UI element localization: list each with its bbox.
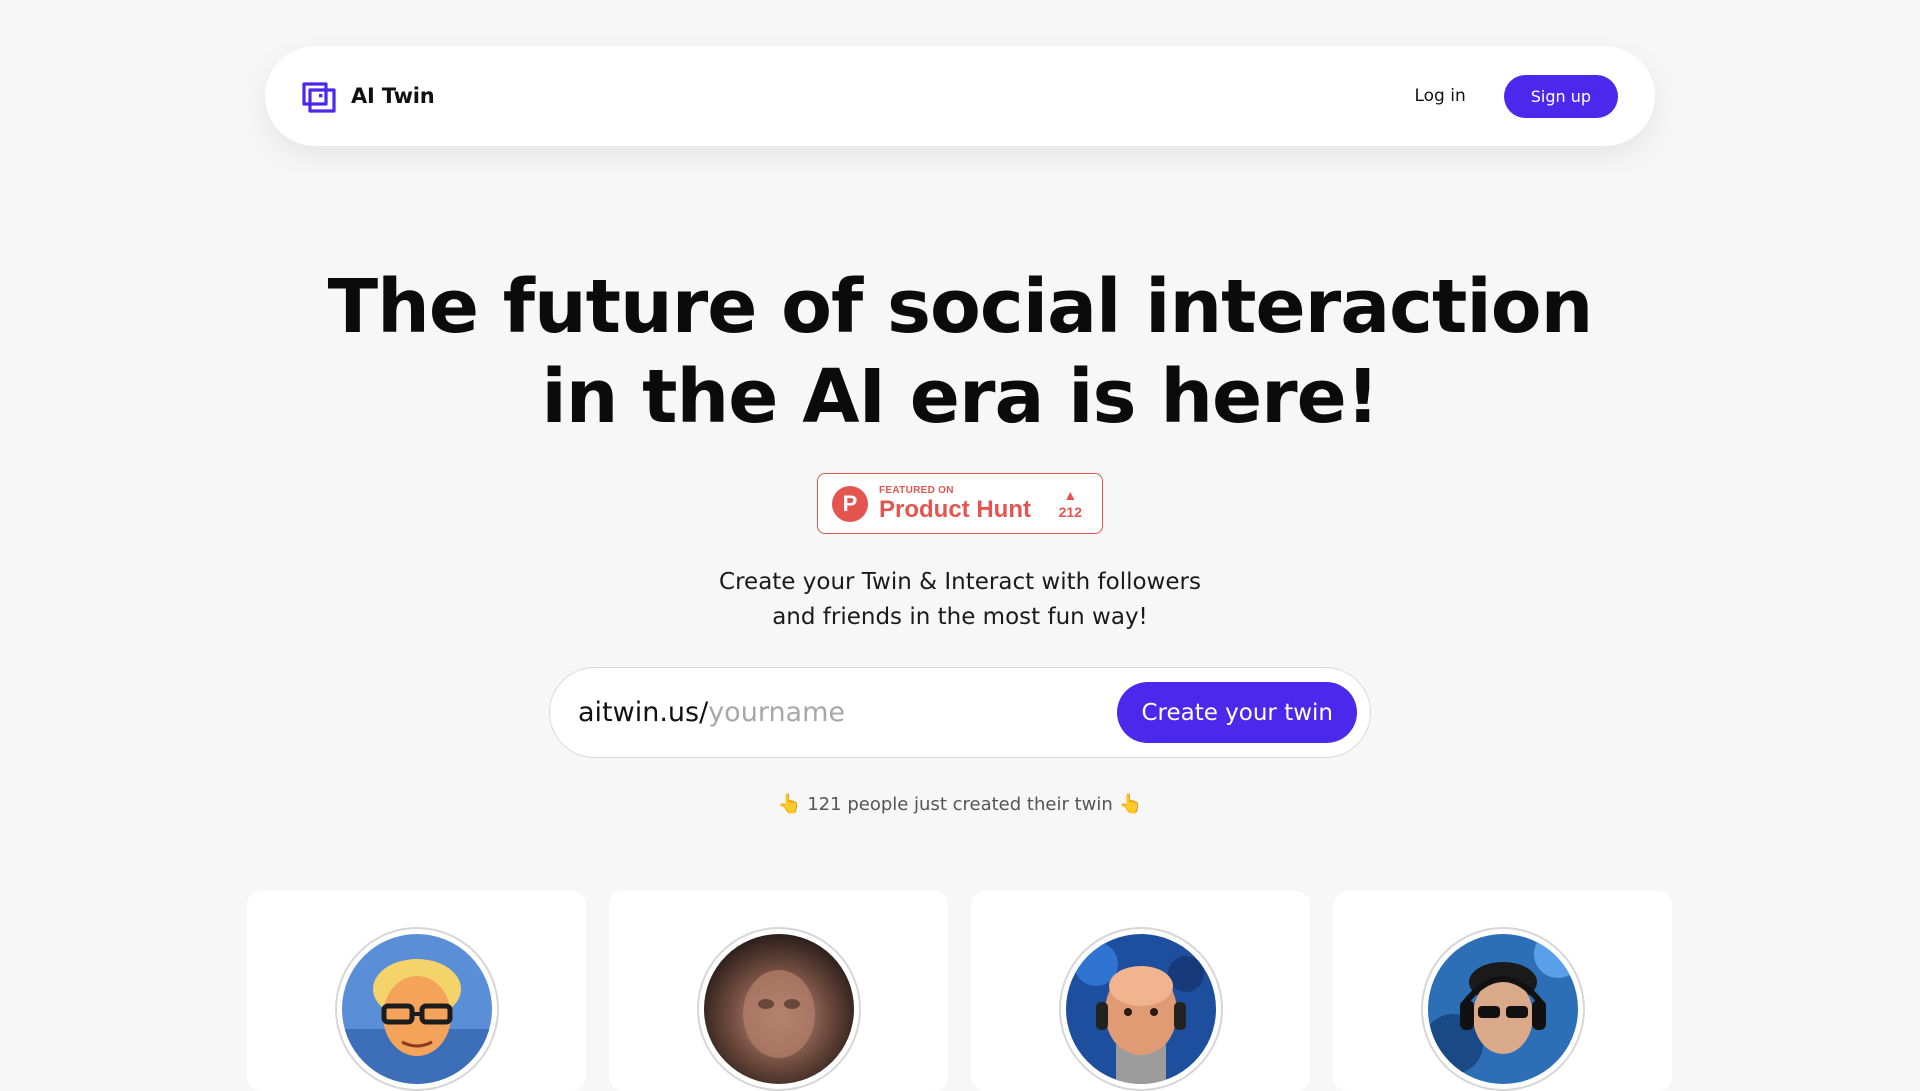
cartoon-older-man-glasses-avatar (341, 934, 492, 1084)
twin-avatar (1058, 927, 1223, 1091)
twin-card[interactable] (971, 891, 1310, 1091)
social-proof-text: 121 people just created their twin (807, 794, 1113, 815)
product-hunt-badge[interactable]: P FEATURED ON Product Hunt ▲ 212 (817, 473, 1103, 534)
product-hunt-votes: ▲ 212 (1059, 487, 1082, 521)
twin-cards (247, 891, 1675, 1091)
hero-title: The future of social interaction in the … (0, 262, 1920, 442)
hero-subtitle-line-2: and friends in the most fun way! (772, 604, 1148, 630)
twin-card[interactable] (609, 891, 948, 1091)
login-link[interactable]: Log in (1414, 86, 1465, 106)
product-hunt-vote-count: 212 (1058, 503, 1082, 520)
nav-actions: Log in Sign up (1414, 74, 1618, 118)
hero-title-line-1: The future of social interaction (327, 264, 1594, 350)
twin-card[interactable] (247, 891, 586, 1091)
product-hunt-text: FEATURED ON Product Hunt (879, 485, 1031, 523)
twin-avatar (1420, 927, 1585, 1091)
product-hunt-logo-icon: P (832, 485, 868, 522)
create-twin-form: aitwin.us/ Create your twin (549, 667, 1371, 758)
brand-name: AI Twin (351, 84, 435, 108)
signup-button[interactable]: Sign up (1503, 74, 1618, 118)
pointing-up-hand-icon: 👆 (1118, 793, 1143, 815)
twin-avatar (696, 927, 861, 1091)
twin-card[interactable] (1333, 891, 1672, 1091)
url-prefix: aitwin.us/ (578, 697, 709, 728)
pointing-up-hand-icon: 👆 (777, 793, 802, 815)
ai-twin-logo-icon (302, 82, 336, 113)
top-navbar: AI Twin Log in Sign up (265, 46, 1655, 146)
hero-subtitle-line-1: Create your Twin & Interact with followe… (719, 569, 1201, 595)
hero-title-line-2: in the AI era is here! (541, 354, 1379, 440)
hero-subtitle: Create your Twin & Interact with followe… (0, 565, 1920, 635)
username-input[interactable] (708, 697, 1118, 728)
upvote-triangle-icon: ▲ (1063, 486, 1078, 503)
social-proof: 👆 121 people just created their twin 👆 (0, 792, 1920, 815)
blurred-man-portrait-avatar (703, 934, 854, 1084)
bald-man-headphones-painting-avatar (1065, 934, 1216, 1084)
twin-avatar (334, 927, 499, 1091)
brand[interactable]: AI Twin (301, 78, 435, 114)
product-hunt-featured-label: FEATURED ON (879, 484, 954, 496)
create-twin-button[interactable]: Create your twin (1117, 682, 1357, 743)
man-sunglasses-headphones-avatar (1427, 934, 1578, 1084)
product-hunt-name: Product Hunt (879, 495, 1031, 523)
